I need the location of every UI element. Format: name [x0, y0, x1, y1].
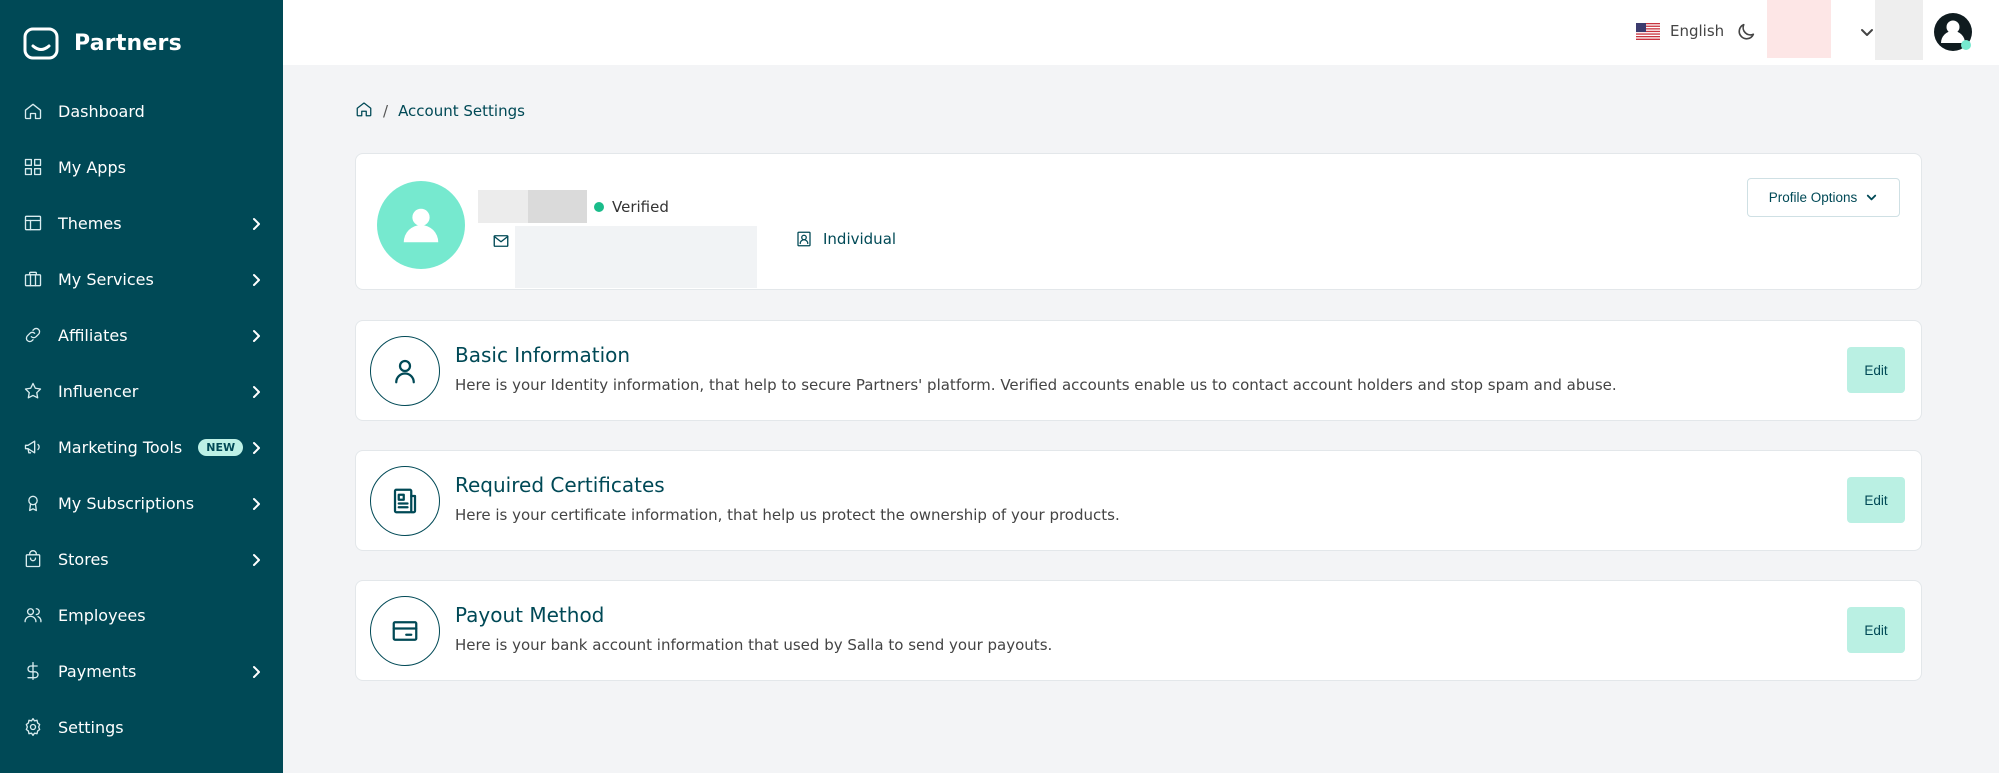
- breadcrumb-separator: /: [383, 102, 389, 120]
- sidebar-item-employees[interactable]: Employees: [0, 587, 283, 643]
- home-icon[interactable]: [355, 100, 373, 122]
- profile-options-button[interactable]: Profile Options: [1747, 178, 1900, 217]
- payout-method-card: Payout Method Here is your bank account …: [355, 580, 1922, 681]
- chevron-right-icon: [249, 384, 263, 398]
- user-icon: [370, 336, 440, 406]
- chevron-right-icon: [249, 216, 263, 230]
- language-label: English: [1670, 22, 1725, 40]
- partners-logo-icon: [22, 24, 60, 62]
- sidebar-item-label: Employees: [58, 605, 146, 625]
- sidebar-item-my-subscriptions[interactable]: My Subscriptions: [0, 475, 283, 531]
- sidebar-item-label: Settings: [58, 717, 124, 737]
- chevron-right-icon: [249, 328, 263, 342]
- gear-icon: [22, 716, 44, 738]
- edit-basic-information-button[interactable]: Edit: [1847, 347, 1905, 393]
- breadcrumb: / Account Settings: [355, 100, 525, 122]
- redacted-email: [515, 226, 757, 288]
- chevron-right-icon: [249, 496, 263, 510]
- layout-icon: [22, 212, 44, 234]
- home-icon: [22, 100, 44, 122]
- award-icon: [22, 492, 44, 514]
- chevron-down-icon[interactable]: [1859, 24, 1875, 40]
- chevron-right-icon: [249, 272, 263, 286]
- briefcase-icon: [22, 268, 44, 290]
- id-badge-icon: [797, 231, 811, 247]
- new-badge: NEW: [198, 438, 244, 456]
- sidebar: Partners Dashboard My Apps Themes My Ser…: [0, 0, 283, 773]
- sidebar-item-themes[interactable]: Themes: [0, 195, 283, 251]
- star-icon: [22, 380, 44, 402]
- sidebar-item-my-services[interactable]: My Services: [0, 251, 283, 307]
- language-selector[interactable]: English: [1636, 22, 1724, 40]
- us-flag-icon: [1636, 22, 1660, 40]
- megaphone-icon: [22, 436, 44, 458]
- sidebar-item-settings[interactable]: Settings: [0, 699, 283, 755]
- profile-options-label: Profile Options: [1768, 190, 1858, 205]
- profile-avatar: [377, 181, 465, 269]
- account-type-label: Individual: [823, 230, 897, 248]
- verified-status: Verified: [594, 198, 669, 216]
- user-silhouette-icon: [403, 208, 439, 243]
- sidebar-item-label: Themes: [58, 213, 122, 233]
- sidebar-item-affiliates[interactable]: Affiliates: [0, 307, 283, 363]
- section-description: Here is your Identity information, that …: [455, 376, 1617, 394]
- sidebar-nav: Dashboard My Apps Themes My Services Aff…: [0, 83, 283, 755]
- redacted-block: [1767, 0, 1831, 58]
- moon-icon[interactable]: [1735, 21, 1759, 45]
- section-description: Here is your certificate information, th…: [455, 506, 1120, 524]
- user-avatar[interactable]: [1933, 12, 1973, 52]
- chevron-right-icon: [249, 664, 263, 678]
- edit-required-certificates-button[interactable]: Edit: [1847, 477, 1905, 523]
- brand[interactable]: Partners: [22, 24, 182, 62]
- sidebar-item-influencer[interactable]: Influencer: [0, 363, 283, 419]
- link-icon: [22, 324, 44, 346]
- sidebar-item-label: Marketing Tools: [58, 437, 183, 457]
- sidebar-item-my-apps[interactable]: My Apps: [0, 139, 283, 195]
- top-bar: English: [283, 0, 1999, 65]
- certificate-icon: [370, 466, 440, 536]
- chevron-right-icon: [249, 552, 263, 566]
- sidebar-item-label: Payments: [58, 661, 137, 681]
- sidebar-item-label: Stores: [58, 549, 109, 569]
- verified-dot-icon: [594, 202, 604, 212]
- edit-payout-method-button[interactable]: Edit: [1847, 607, 1905, 653]
- brand-name: Partners: [74, 30, 182, 56]
- breadcrumb-current: Account Settings: [398, 102, 525, 120]
- shopping-bag-icon: [22, 548, 44, 570]
- sidebar-item-label: My Services: [58, 269, 154, 289]
- required-certificates-card: Required Certificates Here is your certi…: [355, 450, 1922, 551]
- sidebar-item-label: My Subscriptions: [58, 493, 195, 513]
- sidebar-item-dashboard[interactable]: Dashboard: [0, 83, 283, 139]
- wallet-icon: [370, 596, 440, 666]
- chevron-down-icon: [1867, 194, 1877, 201]
- chevron-right-icon: [249, 440, 263, 454]
- apps-grid-icon: [22, 156, 44, 178]
- sidebar-item-stores[interactable]: Stores: [0, 531, 283, 587]
- dollar-icon: [22, 660, 44, 682]
- section-description: Here is your bank account information th…: [455, 636, 1053, 654]
- sidebar-item-label: Influencer: [58, 381, 139, 401]
- sidebar-item-label: My Apps: [58, 157, 126, 177]
- basic-information-card: Basic Information Here is your Identity …: [355, 320, 1922, 421]
- section-title: Payout Method: [455, 603, 605, 627]
- redacted-block: [1875, 0, 1923, 60]
- users-icon: [22, 604, 44, 626]
- sidebar-item-label: Affiliates: [58, 325, 128, 345]
- account-type: Individual: [781, 230, 896, 248]
- section-title: Required Certificates: [455, 473, 665, 497]
- sidebar-item-label: Dashboard: [58, 101, 145, 121]
- sidebar-item-payments[interactable]: Payments: [0, 643, 283, 699]
- mail-icon: [492, 232, 512, 252]
- profile-card: Verified Individual Profile Options: [355, 153, 1922, 290]
- section-title: Basic Information: [455, 343, 631, 367]
- sidebar-item-marketing-tools[interactable]: Marketing Tools NEW: [0, 419, 283, 475]
- verified-label: Verified: [612, 198, 669, 216]
- redacted-name: [478, 190, 587, 223]
